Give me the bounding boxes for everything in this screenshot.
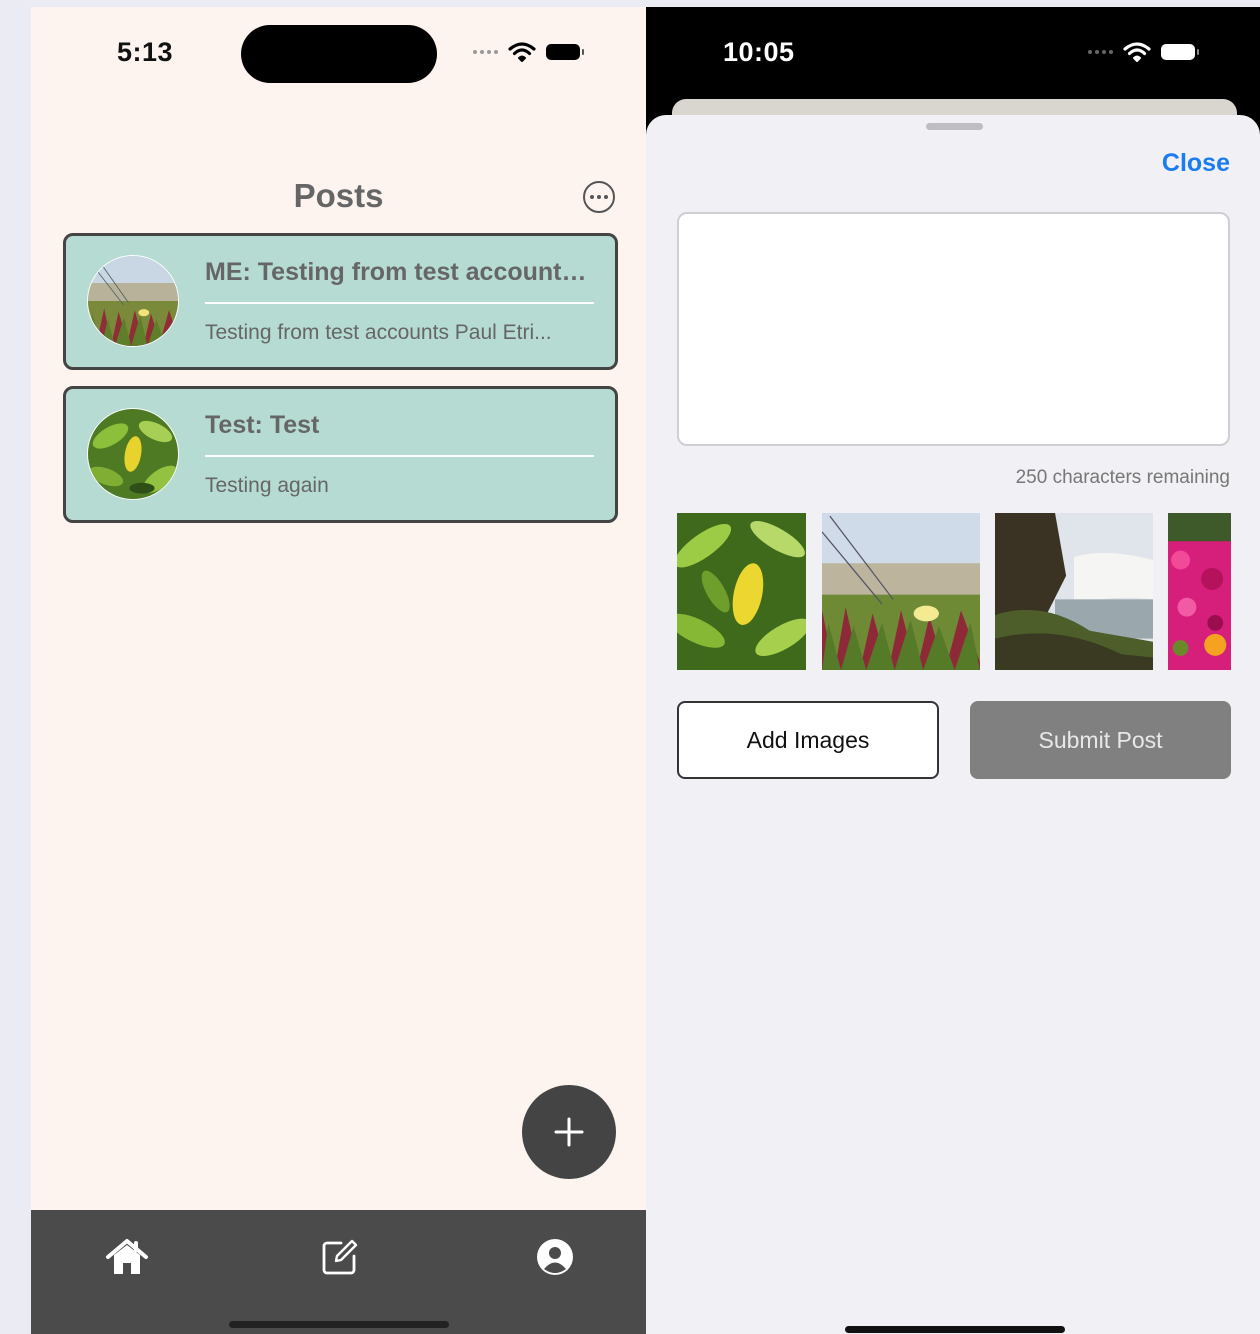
ellipsis-circle-icon[interactable] bbox=[583, 181, 615, 213]
new-post-button[interactable] bbox=[522, 1085, 616, 1179]
thumbnail-waterfall[interactable] bbox=[995, 513, 1153, 670]
post-avatar-dune-flower bbox=[87, 255, 179, 347]
post-body: Testing from test accounts Paul Etri... bbox=[205, 321, 552, 344]
tab-compose[interactable] bbox=[315, 1232, 365, 1282]
profile-icon bbox=[537, 1239, 573, 1275]
wifi-icon bbox=[508, 42, 536, 62]
post-title: ME: Testing from test accounts Paul Etri… bbox=[205, 258, 600, 286]
close-button[interactable]: Close bbox=[1162, 149, 1230, 178]
post-card[interactable]: ME: Testing from test accounts Paul Etri… bbox=[63, 233, 618, 370]
status-icons bbox=[1088, 41, 1199, 63]
compose-icon bbox=[322, 1239, 358, 1275]
page-title: Posts bbox=[293, 177, 384, 214]
signal-dots-icon bbox=[1088, 50, 1113, 54]
tab-home[interactable] bbox=[102, 1232, 152, 1282]
battery-icon bbox=[1161, 44, 1199, 60]
status-time: 5:13 bbox=[117, 37, 174, 67]
post-divider bbox=[205, 302, 594, 304]
new-post-screen: 10:05 Close 250 characters remaining Add… bbox=[646, 7, 1260, 1334]
home-indicator bbox=[229, 1321, 449, 1328]
post-divider bbox=[205, 455, 594, 457]
post-title: Test: Test bbox=[205, 411, 320, 439]
status-time: 10:05 bbox=[723, 37, 795, 67]
thumbnail-lemon-leaf[interactable] bbox=[677, 513, 806, 670]
new-post-sheet: Close 250 characters remaining Add Image… bbox=[646, 115, 1260, 1334]
post-card[interactable]: Test: Test Testing again bbox=[63, 386, 618, 523]
add-images-button[interactable]: Add Images bbox=[677, 701, 939, 779]
tab-profile[interactable] bbox=[530, 1232, 580, 1282]
battery-icon bbox=[546, 44, 584, 60]
thumbnail-dune-flower[interactable] bbox=[822, 513, 980, 670]
post-avatar-lemon-leaf bbox=[87, 408, 179, 500]
thumbnail-pink-flowers[interactable] bbox=[1168, 513, 1231, 670]
submit-post-button[interactable]: Submit Post bbox=[970, 701, 1231, 779]
dynamic-island bbox=[241, 25, 437, 83]
chars-remaining: 250 characters remaining bbox=[1015, 467, 1230, 488]
home-indicator bbox=[845, 1326, 1065, 1333]
home-icon bbox=[106, 1239, 148, 1274]
tab-bar bbox=[31, 1210, 646, 1334]
image-thumbnails[interactable] bbox=[677, 513, 1231, 670]
sheet-grabber[interactable] bbox=[926, 123, 983, 130]
signal-dots-icon bbox=[473, 50, 498, 54]
wifi-icon bbox=[1123, 42, 1151, 62]
post-text-input[interactable] bbox=[677, 212, 1230, 446]
plus-icon bbox=[554, 1117, 584, 1147]
posts-screen: 5:13 Posts ME: Testing from test account… bbox=[31, 7, 646, 1334]
status-icons bbox=[473, 41, 584, 63]
post-body: Testing again bbox=[205, 474, 329, 497]
